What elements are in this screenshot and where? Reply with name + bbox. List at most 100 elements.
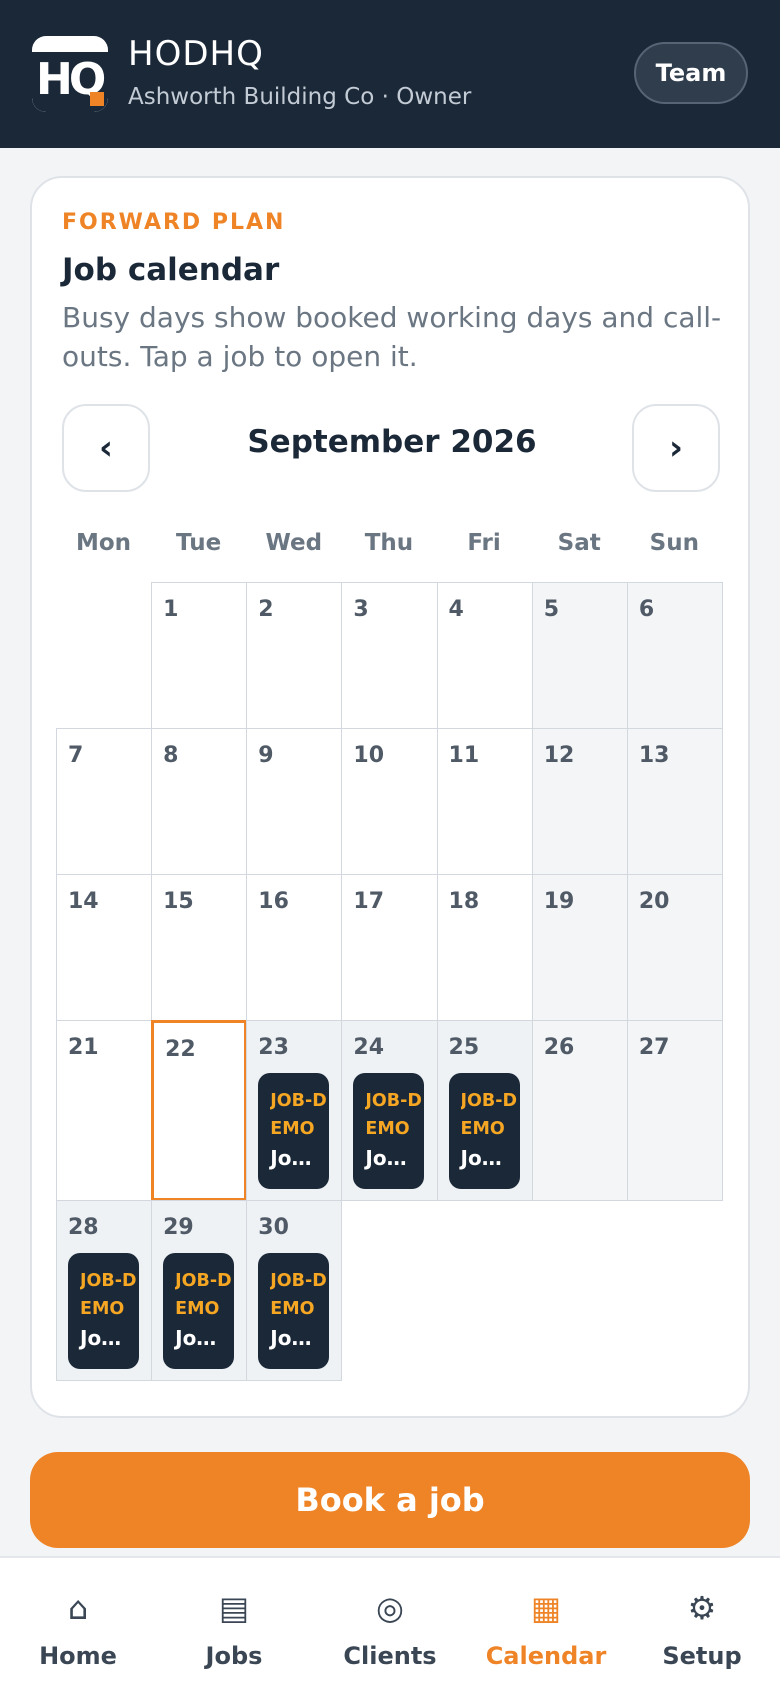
- calendar-day-27[interactable]: 27: [626, 1020, 723, 1201]
- day-number: 18: [448, 889, 480, 914]
- job-code: JOB-DEMO: [80, 1271, 137, 1319]
- job-chip[interactable]: JOB-DEMO Jo…: [353, 1073, 425, 1189]
- bottom-navigation: ⌂ Home ▤ Jobs ◎ Clients ▦ Calendar ⚙ Setup: [0, 1556, 780, 1688]
- job-name: Jo…: [365, 1146, 407, 1170]
- next-month-button[interactable]: ›: [632, 404, 720, 492]
- calendar-day-26[interactable]: 26: [531, 1020, 628, 1201]
- nav-clients[interactable]: ◎ Clients: [312, 1558, 468, 1688]
- calendar-day-23[interactable]: 23 JOB-DEMO Jo…: [246, 1020, 343, 1201]
- calendar-day-13[interactable]: 13: [626, 728, 723, 875]
- calendar-day-1[interactable]: 1: [151, 582, 248, 729]
- day-number: 5: [543, 597, 559, 622]
- calendar-day-25[interactable]: 25 JOB-DEMO Jo…: [436, 1020, 533, 1201]
- weekday-fri: Fri: [467, 530, 501, 556]
- calendar-icon: ▦: [530, 1589, 562, 1627]
- app-title: HODHQ: [128, 34, 264, 74]
- day-number: 3: [353, 597, 369, 622]
- calendar-day-16[interactable]: 16: [246, 874, 343, 1021]
- calendar-day-3[interactable]: 3: [341, 582, 438, 729]
- job-name: Jo…: [460, 1146, 502, 1170]
- job-code: JOB-DEMO: [175, 1271, 232, 1319]
- nav-home[interactable]: ⌂ Home: [0, 1558, 156, 1688]
- nav-jobs[interactable]: ▤ Jobs: [156, 1558, 312, 1688]
- nav-label: Calendar: [485, 1642, 607, 1670]
- app-logo: HQ: [32, 36, 108, 112]
- home-icon: ⌂: [67, 1589, 89, 1627]
- calendar-day-21[interactable]: 21: [56, 1020, 153, 1201]
- day-number: 30: [258, 1215, 289, 1240]
- day-number: 19: [543, 889, 575, 914]
- nav-calendar[interactable]: ▦ Calendar: [468, 1558, 624, 1688]
- calendar-day-5[interactable]: 5: [531, 582, 628, 729]
- month-label: September 2026: [247, 424, 537, 460]
- day-number: 17: [353, 889, 385, 914]
- day-number: 8: [163, 743, 179, 768]
- day-number: 9: [258, 743, 274, 768]
- previous-month-button[interactable]: ‹: [62, 404, 150, 492]
- nav-label: Setup: [662, 1642, 742, 1670]
- day-number: 12: [543, 743, 575, 768]
- job-code: JOB-DEMO: [270, 1091, 327, 1139]
- calendar-day-30[interactable]: 30 JOB-DEMO Jo…: [246, 1200, 343, 1381]
- nav-label: Clients: [343, 1642, 437, 1670]
- chevron-right-icon: ›: [668, 428, 683, 468]
- job-name: Jo…: [80, 1326, 122, 1350]
- calendar-day-17[interactable]: 17: [341, 874, 438, 1021]
- day-number: 24: [353, 1035, 385, 1060]
- calendar-day-4[interactable]: 4: [436, 582, 533, 729]
- calendar-day-14[interactable]: 14: [56, 874, 153, 1021]
- job-code: JOB-DEMO: [365, 1091, 422, 1139]
- calendar-day-11[interactable]: 11: [436, 728, 533, 875]
- job-chip[interactable]: JOB-DEMO Jo…: [258, 1073, 330, 1189]
- gear-icon: ⚙: [687, 1589, 717, 1627]
- nav-setup[interactable]: ⚙ Setup: [624, 1558, 780, 1688]
- calendar-day-7[interactable]: 7: [56, 728, 153, 875]
- day-number: 13: [638, 743, 670, 768]
- job-chip[interactable]: JOB-DEMO Jo…: [68, 1253, 139, 1369]
- calendar-day-19[interactable]: 19: [531, 874, 628, 1021]
- calendar-day-12[interactable]: 12: [531, 728, 628, 875]
- business-subtitle: Ashworth Building Co · Owner: [128, 84, 472, 110]
- calendar-day-24[interactable]: 24 JOB-DEMO Jo…: [341, 1020, 438, 1201]
- team-button[interactable]: Team: [634, 42, 748, 104]
- calendar-day-28[interactable]: 28 JOB-DEMO Jo…: [56, 1200, 153, 1381]
- calendar-grid: 1 2 3 4 5 6 7 8 9 10 11 12 13 14 15 16 17 18 19 20 21 22 23 JOB…: [56, 582, 723, 1381]
- weekday-sat: Sat: [557, 530, 601, 556]
- calendar-day-2[interactable]: 2: [246, 582, 343, 729]
- day-number: 29: [163, 1215, 194, 1240]
- day-number: 23: [258, 1035, 289, 1060]
- calendar-day-29[interactable]: 29 JOB-DEMO Jo…: [151, 1200, 248, 1381]
- day-number: 11: [448, 743, 480, 768]
- day-number: 2: [258, 597, 274, 622]
- book-job-button[interactable]: Book a job: [30, 1452, 750, 1548]
- weekday-header: Mon Tue Wed Thu Fri Sat Sun: [56, 530, 722, 570]
- day-number: 14: [68, 889, 99, 914]
- weekday-mon: Mon: [75, 530, 132, 556]
- calendar-day-18[interactable]: 18: [436, 874, 533, 1021]
- calendar-day-6[interactable]: 6: [626, 582, 723, 729]
- day-number: 1: [163, 597, 179, 622]
- job-chip[interactable]: JOB-DEMO Jo…: [258, 1253, 330, 1369]
- nav-label: Jobs: [205, 1642, 263, 1670]
- day-number: 16: [258, 889, 289, 914]
- day-number: 4: [448, 597, 464, 622]
- day-number: 22: [165, 1037, 196, 1062]
- calendar-day-8[interactable]: 8: [151, 728, 248, 875]
- calendar-day-15[interactable]: 15: [151, 874, 248, 1021]
- calendar-day-10[interactable]: 10: [341, 728, 438, 875]
- job-code: JOB-DEMO: [460, 1091, 518, 1139]
- day-number: 25: [448, 1035, 480, 1060]
- job-name: Jo…: [175, 1326, 217, 1350]
- job-chip[interactable]: JOB-DEMO Jo…: [163, 1253, 235, 1369]
- calendar-card: FORWARD PLAN Job calendar Busy days show…: [30, 176, 750, 1418]
- day-number: 7: [68, 743, 84, 768]
- job-name: Jo…: [270, 1326, 312, 1350]
- calendar-day-20[interactable]: 20: [626, 874, 723, 1021]
- calendar-day-9[interactable]: 9: [246, 728, 343, 875]
- nav-label: Home: [39, 1642, 117, 1670]
- weekday-wed: Wed: [265, 530, 323, 556]
- calendar-day-22[interactable]: 22: [151, 1020, 248, 1201]
- job-chip[interactable]: JOB-DEMO Jo…: [448, 1073, 520, 1189]
- day-number: 6: [638, 597, 655, 622]
- job-code: JOB-DEMO: [270, 1271, 327, 1319]
